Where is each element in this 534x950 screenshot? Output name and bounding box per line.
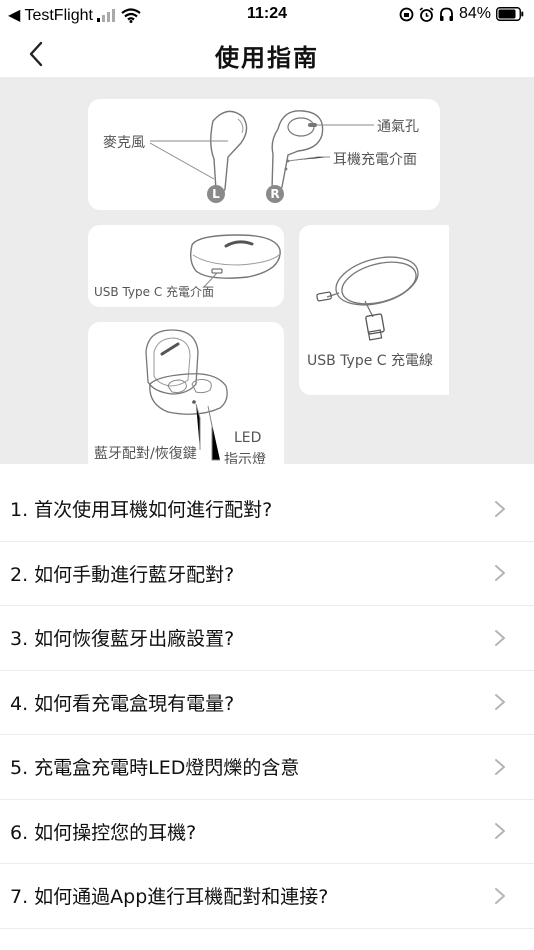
faq-item-label: 3. 如何恢復藍牙出廠設置? xyxy=(10,628,235,651)
faq-item-label: 7. 如何通過App進行耳機配對和連接? xyxy=(10,886,329,909)
faq-list: 1. 首次使用耳機如何進行配對? 2. 如何手動進行藍牙配對? 3. 如何恢復藍… xyxy=(0,477,534,929)
charge-port-label: 耳機充電介面 xyxy=(333,152,417,168)
earbuds-card: 麥克風 通氣孔 耳機充電介面 L R xyxy=(88,99,440,210)
chevron-right-icon xyxy=(495,500,505,517)
faq-item-case-battery[interactable]: 4. 如何看充電盒現有電量? xyxy=(0,671,534,735)
faq-item-controls[interactable]: 6. 如何操控您的耳機? xyxy=(0,800,534,864)
alarm-icon xyxy=(419,6,434,22)
faq-item-pairing-first-time[interactable]: 1. 首次使用耳機如何進行配對? xyxy=(0,477,534,542)
faq-item-factory-reset[interactable]: 3. 如何恢復藍牙出廠設置? xyxy=(0,606,534,671)
open-case-card: 藍牙配對/恢復鍵 LED 指示燈 xyxy=(88,322,284,464)
faq-item-label: 1. 首次使用耳機如何進行配對? xyxy=(10,499,273,522)
chevron-right-icon xyxy=(495,758,505,775)
mic-label: 麥克風 xyxy=(103,135,145,151)
chevron-right-icon xyxy=(495,629,505,646)
chevron-right-icon xyxy=(495,694,505,711)
faq-item-label: 2. 如何手動進行藍牙配對? xyxy=(10,563,235,586)
page-title: 使用指南 xyxy=(215,44,319,72)
cable-label: USB Type C 充電線 xyxy=(307,353,434,369)
left-mark: L xyxy=(212,187,220,201)
case-card: USB Type C 充電介面 xyxy=(88,225,284,307)
faq-item-label: 5. 充電盒充電時LED燈閃爍的含意 xyxy=(10,757,300,780)
right-mark: R xyxy=(270,187,280,201)
status-bar: ◀ TestFlight 11:24 84% xyxy=(0,0,534,28)
faq-item-manual-pairing[interactable]: 2. 如何手動進行藍牙配對? xyxy=(0,542,534,606)
led-label-line1: LED xyxy=(234,430,262,446)
faq-item-label: 4. 如何看充電盒現有電量? xyxy=(10,692,235,715)
reset-button-label: 藍牙配對/恢復鍵 xyxy=(94,446,197,462)
faq-item-app-pairing[interactable]: 7. 如何通過App進行耳機配對和連接? xyxy=(0,864,534,929)
battery-percent: 84% xyxy=(458,5,491,22)
case-port-label: USB Type C 充電介面 xyxy=(94,285,215,299)
chevron-right-icon xyxy=(495,823,505,840)
chevron-right-icon xyxy=(495,565,505,582)
chevron-right-icon xyxy=(495,887,505,904)
headphones-icon xyxy=(439,7,453,21)
product-diagram: 麥克風 通氣孔 耳機充電介面 L R USB Type C 充電介面 USB T… xyxy=(0,77,534,464)
led-label-line2: 指示燈 xyxy=(224,452,266,464)
faq-item-label: 6. 如何操控您的耳機? xyxy=(10,821,197,844)
cable-card: USB Type C 充電線 xyxy=(299,225,449,395)
navigation-bar: 使用指南 xyxy=(0,28,534,76)
vent-label: 通氣孔 xyxy=(377,119,419,135)
faq-item-led-meaning[interactable]: 5. 充電盒充電時LED燈閃爍的含意 xyxy=(0,735,534,800)
battery-icon xyxy=(496,7,524,21)
orientation-lock-icon xyxy=(399,7,414,21)
